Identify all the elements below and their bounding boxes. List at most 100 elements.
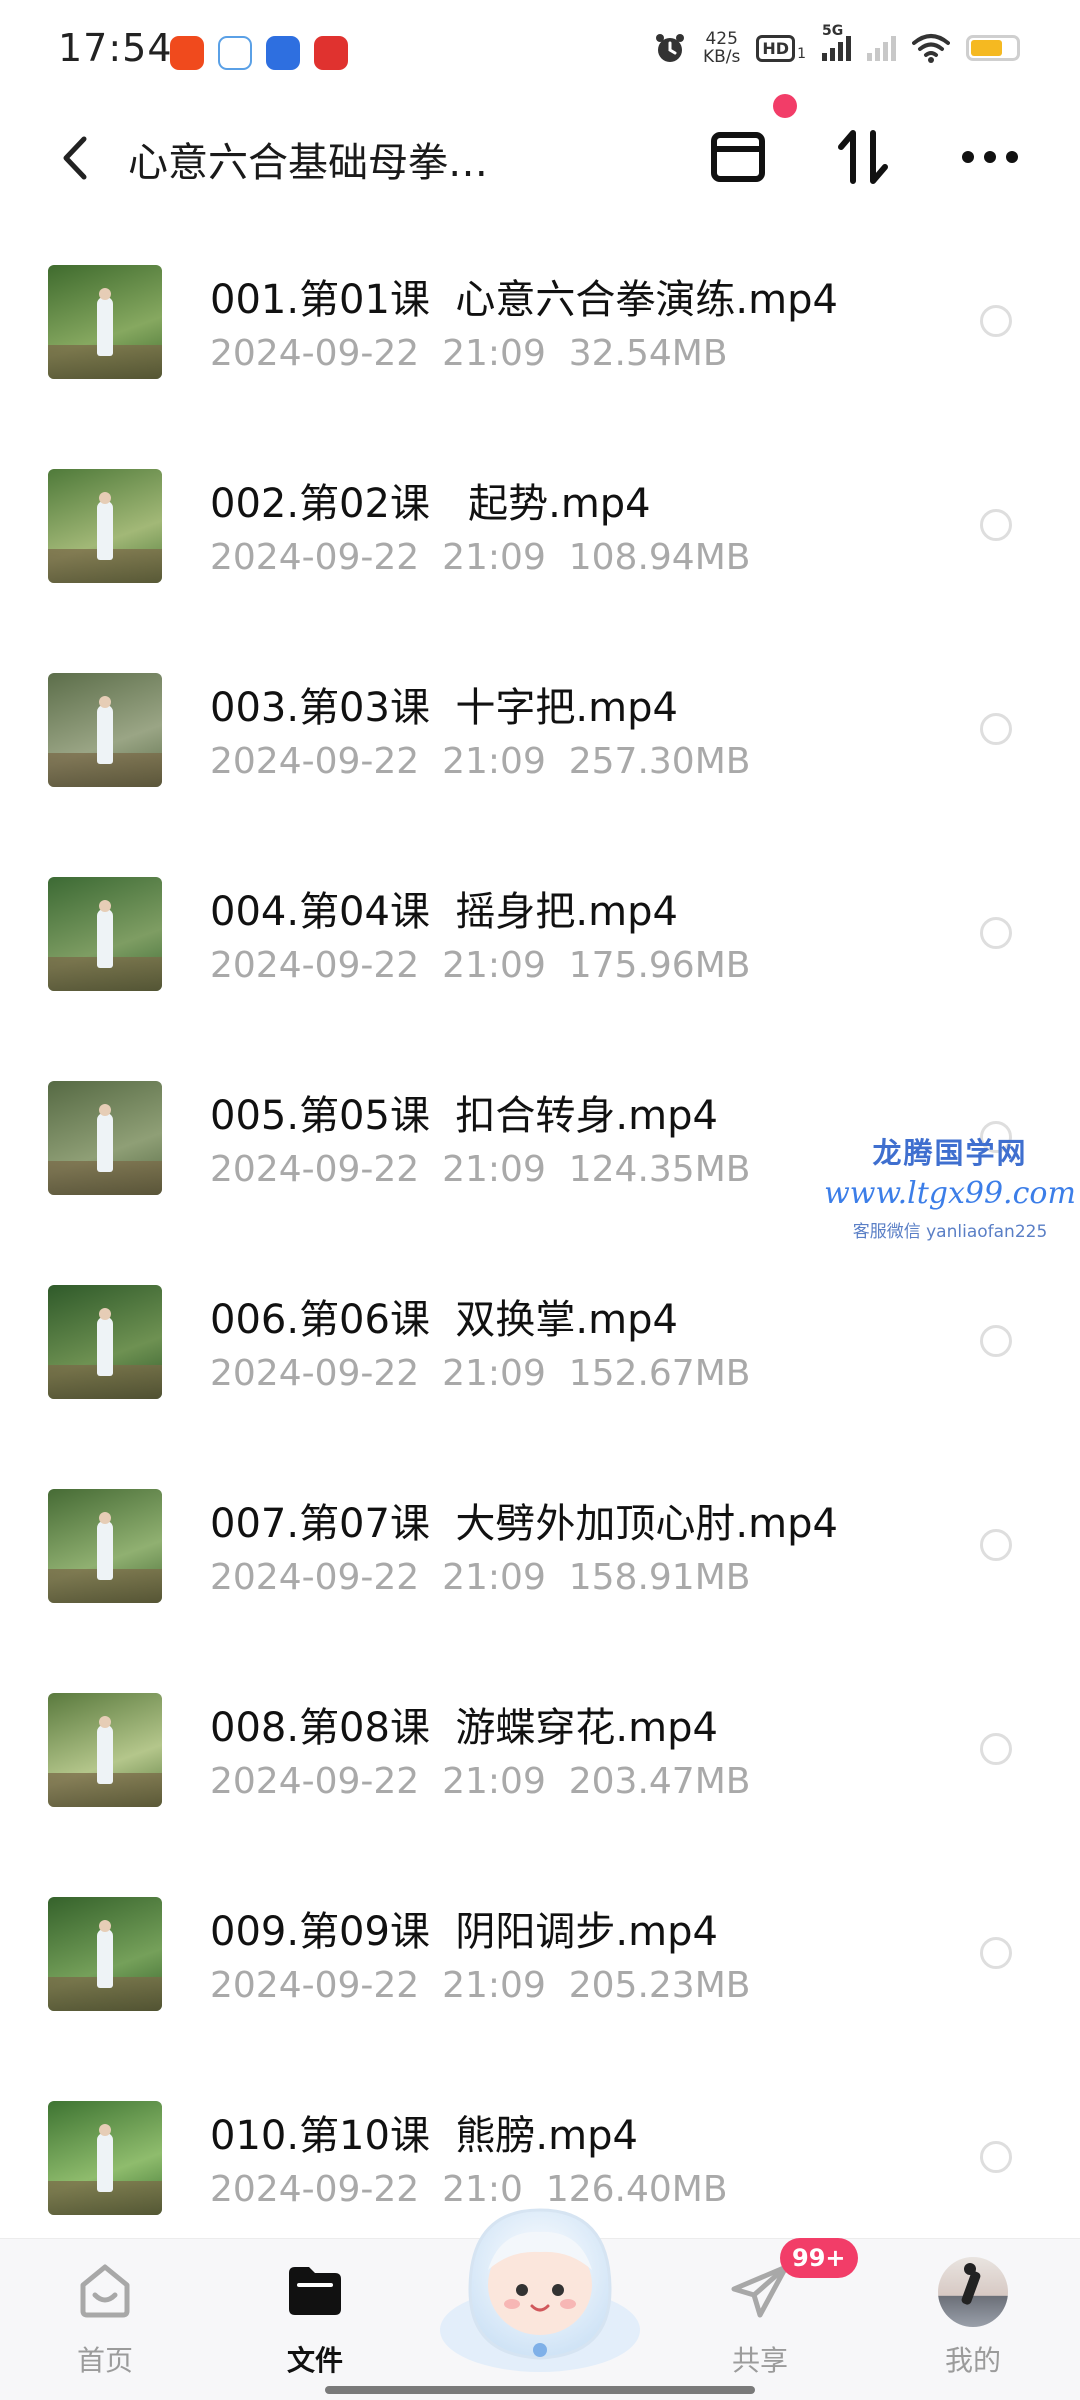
file-size: 203.47MB bbox=[568, 1761, 751, 1802]
hd-sub: 1 bbox=[797, 45, 806, 62]
video-thumbnail bbox=[48, 877, 162, 991]
mascot-icon bbox=[440, 2208, 640, 2372]
video-thumbnail bbox=[48, 2101, 162, 2215]
file-meta: 2024-09-22 21:09 152.67MB bbox=[210, 1353, 750, 1394]
select-checkbox[interactable] bbox=[980, 1529, 1012, 1561]
file-time: 21:09 bbox=[442, 1557, 546, 1598]
file-date: 2024-09-22 bbox=[210, 945, 420, 986]
watermark: 龙腾国学网 www.ltgx99.com 客服微信 yanliaofan225 bbox=[820, 1130, 1080, 1242]
file-row[interactable]: 009.第09课 阴阳调步.mp4 2024-09-22 21:09 205.2… bbox=[0, 1847, 1080, 2051]
file-name: 004.第04课 摇身把.mp4 bbox=[210, 889, 678, 935]
select-checkbox[interactable] bbox=[980, 917, 1012, 949]
file-date: 2024-09-22 bbox=[210, 1557, 420, 1598]
file-name: 003.第03课 十字把.mp4 bbox=[210, 685, 678, 731]
select-checkbox[interactable] bbox=[980, 1325, 1012, 1357]
file-date: 2024-09-22 bbox=[210, 1761, 420, 1802]
archive-button[interactable] bbox=[703, 122, 773, 192]
status-indicators: 425 KB/s HD 1 5G bbox=[653, 23, 1020, 66]
file-meta: 2024-09-22 21:09 175.96MB bbox=[210, 945, 750, 986]
file-date: 2024-09-22 bbox=[210, 537, 420, 578]
file-row[interactable]: 003.第03课 十字把.mp4 2024-09-22 21:09 257.30… bbox=[0, 623, 1080, 827]
video-thumbnail bbox=[48, 1897, 162, 2011]
network-speed: 425 KB/s bbox=[703, 30, 740, 66]
nav-share-label: 共享 bbox=[731, 2344, 788, 2377]
back-button[interactable] bbox=[50, 130, 100, 186]
file-row[interactable]: 002.第02课 起势.mp4 2024-09-22 21:09 108.94M… bbox=[0, 419, 1080, 623]
file-name: 007.第07课 大劈外加顶心肘.mp4 bbox=[210, 1501, 838, 1547]
cellular-signal: 5G bbox=[822, 23, 851, 61]
status-bar: 17:54 425 KB/s HD 1 5G bbox=[0, 0, 1080, 100]
file-meta: 2024-09-22 21:09 257.30MB bbox=[210, 741, 750, 782]
select-checkbox[interactable] bbox=[980, 1937, 1012, 1969]
file-time: 21:09 bbox=[442, 333, 546, 374]
file-date: 2024-09-22 bbox=[210, 1965, 420, 2006]
select-checkbox[interactable] bbox=[980, 1733, 1012, 1765]
home-icon bbox=[80, 2264, 130, 2318]
profile-avatar-icon bbox=[938, 2257, 1008, 2327]
sort-arrows-icon bbox=[838, 130, 888, 184]
file-size: 205.23MB bbox=[568, 1965, 751, 2006]
video-thumbnail bbox=[48, 1693, 162, 1807]
battery-level bbox=[971, 40, 1002, 56]
file-size: 124.35MB bbox=[568, 1149, 751, 1190]
cloud-notification-icon bbox=[218, 36, 252, 70]
file-name: 006.第06课 双换掌.mp4 bbox=[210, 1297, 678, 1343]
file-time: 21:09 bbox=[442, 1353, 546, 1394]
file-name: 002.第02课 起势.mp4 bbox=[210, 481, 651, 527]
assistant-mascot-button[interactable] bbox=[430, 2180, 650, 2380]
watermark-contact: 客服微信 yanliaofan225 bbox=[852, 1222, 1048, 1242]
sort-button[interactable] bbox=[828, 122, 898, 192]
more-dots-icon bbox=[962, 151, 1018, 163]
battery-icon bbox=[966, 35, 1020, 61]
video-thumbnail bbox=[48, 1081, 162, 1195]
file-size: 257.30MB bbox=[568, 741, 751, 782]
file-time: 21:09 bbox=[442, 945, 546, 986]
app-header: 心意六合基础母拳… bbox=[0, 100, 1080, 215]
network-type: 5G bbox=[822, 23, 844, 39]
file-size: 158.91MB bbox=[568, 1557, 751, 1598]
nav-profile[interactable]: 我的 bbox=[893, 2239, 1053, 2400]
more-options-button[interactable] bbox=[955, 122, 1025, 192]
file-time: 21:09 bbox=[442, 1761, 546, 1802]
file-row[interactable]: 004.第04课 摇身把.mp4 2024-09-22 21:09 175.96… bbox=[0, 827, 1080, 1031]
watermark-title: 龙腾国学网 bbox=[872, 1136, 1028, 1170]
shield-notification-icon bbox=[266, 36, 300, 70]
file-time: 21:09 bbox=[442, 741, 546, 782]
hd-indicator: HD 1 bbox=[756, 34, 806, 62]
select-checkbox[interactable] bbox=[980, 713, 1012, 745]
file-meta: 2024-09-22 21:09 124.35MB bbox=[210, 1149, 750, 1190]
file-row[interactable]: 007.第07课 大劈外加顶心肘.mp4 2024-09-22 21:09 15… bbox=[0, 1439, 1080, 1643]
file-date: 2024-09-22 bbox=[210, 1353, 420, 1394]
home-indicator[interactable] bbox=[325, 2386, 755, 2394]
network-speed-value: 425 bbox=[705, 29, 738, 49]
signal-bars-secondary-icon bbox=[867, 35, 896, 61]
file-row[interactable]: 006.第06课 双换掌.mp4 2024-09-22 21:09 152.67… bbox=[0, 1235, 1080, 1439]
video-thumbnail bbox=[48, 1285, 162, 1399]
network-speed-unit: KB/s bbox=[703, 47, 741, 67]
archive-box-icon bbox=[711, 132, 765, 182]
nav-files[interactable]: 文件 bbox=[235, 2239, 395, 2400]
file-size: 32.54MB bbox=[568, 333, 728, 374]
file-date: 2024-09-22 bbox=[210, 741, 420, 782]
notification-dot bbox=[773, 94, 797, 118]
file-time: 21:09 bbox=[442, 1149, 546, 1190]
select-checkbox[interactable] bbox=[980, 509, 1012, 541]
file-name: 005.第05课 扣合转身.mp4 bbox=[210, 1093, 718, 1139]
file-time: 21:09 bbox=[442, 1965, 546, 2006]
file-meta: 2024-09-22 21:09 203.47MB bbox=[210, 1761, 750, 1802]
file-row[interactable]: 001.第01课 心意六合拳演练.mp4 2024-09-22 21:09 32… bbox=[0, 215, 1080, 419]
select-checkbox[interactable] bbox=[980, 305, 1012, 337]
file-size: 175.96MB bbox=[568, 945, 751, 986]
video-thumbnail bbox=[48, 1489, 162, 1603]
select-checkbox[interactable] bbox=[980, 2141, 1012, 2173]
nav-home[interactable]: 首页 bbox=[25, 2239, 185, 2400]
nav-home-label: 首页 bbox=[76, 2344, 133, 2377]
nav-profile-label: 我的 bbox=[944, 2344, 1001, 2377]
file-row[interactable]: 008.第08课 游蝶穿花.mp4 2024-09-22 21:09 203.4… bbox=[0, 1643, 1080, 1847]
file-name: 001.第01课 心意六合拳演练.mp4 bbox=[210, 277, 838, 323]
file-date: 2024-09-22 bbox=[210, 333, 420, 374]
alarm-icon bbox=[656, 34, 684, 62]
file-date: 2024-09-22 bbox=[210, 1149, 420, 1190]
share-badge: 99+ bbox=[780, 2238, 858, 2278]
page-title: 心意六合基础母拳… bbox=[128, 140, 488, 186]
